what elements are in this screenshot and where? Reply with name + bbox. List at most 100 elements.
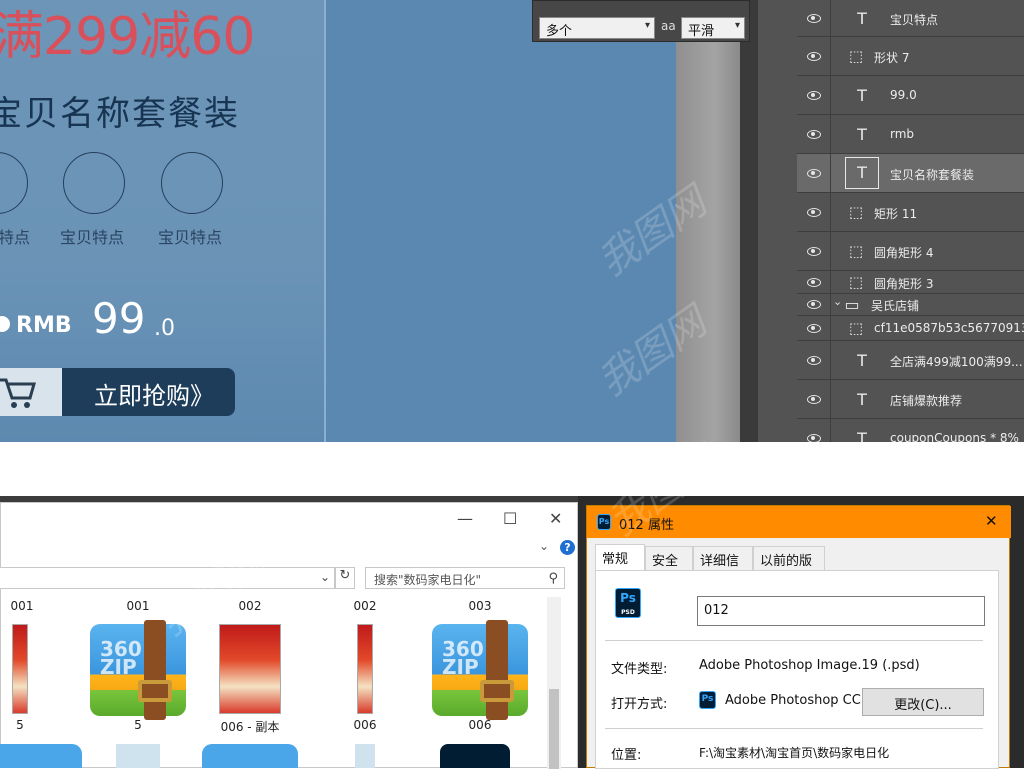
- file-type-label: 文件类型:: [611, 662, 668, 677]
- chevron-down-icon[interactable]: ⌄: [833, 295, 842, 308]
- layer-name: cf11e0587b53c56770913...: [874, 321, 1024, 335]
- layer-name: 形状 7: [874, 51, 910, 65]
- image-thumbnail[interactable]: [355, 744, 375, 768]
- shopping-cart-icon: [0, 368, 64, 416]
- buy-now-button[interactable]: 立即抢购》: [62, 368, 235, 416]
- image-thumbnail[interactable]: [116, 744, 160, 768]
- eye-icon[interactable]: [807, 300, 821, 309]
- divider: [605, 640, 983, 641]
- text-layer-icon: T: [857, 125, 867, 144]
- file-item[interactable]: 360 ZIP 006: [430, 620, 530, 738]
- photoshop-icon[interactable]: [440, 744, 510, 768]
- layer-name: 宝贝特点: [890, 13, 939, 27]
- visibility-toggle[interactable]: [797, 154, 831, 192]
- change-button[interactable]: 更改(C)...: [862, 688, 984, 716]
- visibility-toggle[interactable]: [797, 232, 831, 270]
- visibility-toggle[interactable]: [797, 341, 831, 379]
- file-name-field[interactable]: 012: [697, 596, 985, 626]
- close-button[interactable]: ✕: [985, 512, 998, 530]
- canvas-artboard[interactable]: 满299减60 宝贝名称套餐装 特点 宝贝特点 宝贝特点 RMB 99 .0 立…: [0, 0, 326, 442]
- tab-previous-versions[interactable]: 以前的版本: [753, 546, 825, 588]
- price-decimal: .0: [154, 316, 175, 341]
- feature-icon: [161, 152, 223, 214]
- text-layer-icon: T: [857, 86, 867, 105]
- layer-row[interactable]: T 全店满499减100满99...: [797, 341, 1024, 380]
- file-item[interactable]: 5: [0, 620, 70, 738]
- layer-row[interactable]: ⬚ 矩形 11: [797, 193, 1024, 232]
- feature-icon: [0, 152, 28, 214]
- file-item[interactable]: 006: [315, 620, 415, 738]
- file-label: 003: [468, 599, 492, 613]
- price-currency: RMB: [16, 313, 72, 338]
- layer-row[interactable]: ⬚ 形状 7: [797, 37, 1024, 76]
- layer-row[interactable]: T 99.0: [797, 76, 1024, 115]
- layer-name: 99.0: [890, 88, 917, 102]
- tab-security[interactable]: 安全: [645, 546, 693, 570]
- eye-icon[interactable]: [807, 130, 821, 139]
- file-label: 006: [353, 718, 377, 732]
- visibility-toggle[interactable]: [797, 0, 831, 36]
- visibility-toggle[interactable]: [797, 271, 831, 293]
- tab-details[interactable]: 详细信息: [693, 546, 753, 588]
- eye-icon[interactable]: [807, 278, 821, 287]
- zip-archive-icon[interactable]: [0, 744, 82, 768]
- shape-layer-icon: ⬚: [848, 47, 864, 65]
- visibility-toggle[interactable]: [797, 76, 831, 114]
- layer-row[interactable]: TcouponCoupons * 8% ...: [797, 419, 1024, 442]
- file-item[interactable]: 006 - 副本: [200, 620, 300, 738]
- layer-row[interactable]: ⬚ cf11e0587b53c56770913...: [797, 316, 1024, 341]
- zip-strap: [144, 620, 166, 720]
- help-icon[interactable]: ?: [560, 540, 575, 555]
- visibility-toggle[interactable]: [797, 419, 831, 442]
- layer-name: 圆角矩形 3: [874, 277, 934, 291]
- refresh-button[interactable]: ↻: [335, 567, 355, 589]
- folder-icon: ▭: [844, 295, 860, 314]
- eye-icon[interactable]: [807, 14, 821, 23]
- layer-row[interactable]: T 店铺爆款推荐: [797, 380, 1024, 419]
- visibility-toggle[interactable]: [797, 294, 831, 315]
- chevron-down-icon: ▾: [734, 20, 740, 31]
- visibility-toggle[interactable]: [797, 37, 831, 75]
- layer-row[interactable]: T 宝贝名称套餐装: [797, 154, 1024, 193]
- layer-row[interactable]: ⬚ 圆角矩形 3: [797, 271, 1024, 294]
- visibility-toggle[interactable]: [797, 115, 831, 153]
- eye-icon[interactable]: [807, 208, 821, 217]
- file-label: 001: [10, 599, 34, 613]
- search-icon[interactable]: ⚲: [548, 571, 558, 586]
- visibility-toggle[interactable]: [797, 193, 831, 231]
- eye-icon[interactable]: [807, 52, 821, 61]
- tab-general[interactable]: 常规: [595, 544, 645, 570]
- eye-icon[interactable]: [807, 169, 821, 178]
- layer-row[interactable]: Trmb: [797, 115, 1024, 154]
- layer-row[interactable]: T 宝贝特点: [797, 0, 1024, 37]
- chevron-down-icon: ▾: [644, 20, 650, 31]
- eye-icon[interactable]: [807, 434, 821, 442]
- layer-row[interactable]: ⬚ 圆角矩形 4: [797, 232, 1024, 271]
- location-value: F:\淘宝素材\淘宝首页\数码家电日化: [699, 746, 890, 760]
- visibility-toggle[interactable]: [797, 380, 831, 418]
- minimize-button[interactable]: —: [457, 509, 473, 528]
- file-type-value: Adobe Photoshop Image.19 (.psd): [699, 658, 920, 673]
- eye-icon[interactable]: [807, 395, 821, 404]
- eye-icon[interactable]: [807, 247, 821, 256]
- search-input[interactable]: 搜索"数码家电日化" ⚲: [365, 567, 565, 589]
- psd-badge: PSD: [621, 609, 635, 616]
- product-name: 宝贝名称套餐装: [0, 94, 240, 134]
- layer-row[interactable]: ⌄ ▭ 吴氏店铺: [797, 294, 1024, 316]
- eye-icon[interactable]: [807, 324, 821, 333]
- font-count-select[interactable]: 多个 ▾: [539, 17, 655, 39]
- vertical-scrollbar[interactable]: [547, 597, 561, 769]
- maximize-button[interactable]: ☐: [503, 509, 517, 528]
- zip-archive-icon[interactable]: [202, 744, 298, 768]
- layer-name: 矩形 11: [874, 207, 918, 221]
- text-layer-icon: T: [857, 390, 867, 409]
- chevron-down-icon[interactable]: ⌄: [320, 570, 330, 584]
- antialias-select[interactable]: 平滑 ▾: [681, 17, 745, 39]
- chevron-down-icon[interactable]: ⌄: [539, 539, 549, 553]
- scrollbar-thumb[interactable]: [549, 689, 559, 769]
- visibility-toggle[interactable]: [797, 316, 831, 340]
- eye-icon[interactable]: [807, 91, 821, 100]
- close-button[interactable]: ✕: [549, 509, 562, 528]
- promo-title: 满299减60: [0, 7, 255, 67]
- eye-icon[interactable]: [807, 356, 821, 365]
